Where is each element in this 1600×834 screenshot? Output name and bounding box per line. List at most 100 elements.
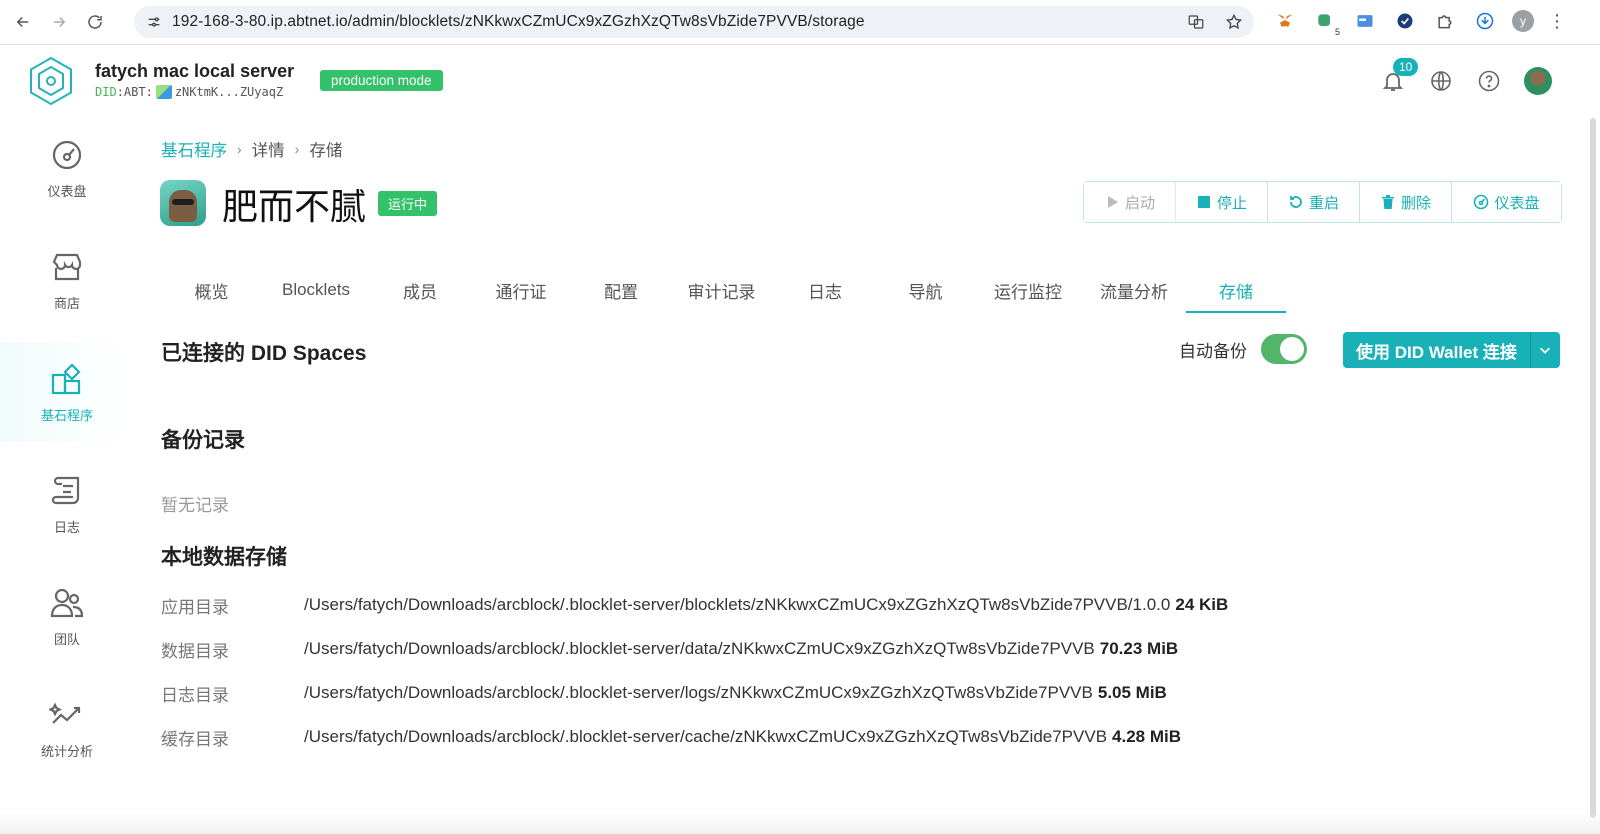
- user-avatar[interactable]: [1524, 67, 1552, 95]
- sidebar-item-label: 仪表盘: [47, 183, 87, 199]
- storage-row-path: /Users/fatych/Downloads/arcblock/.blockl…: [304, 727, 1108, 746]
- log-scroll-icon: [51, 476, 80, 504]
- did-wallet-connect-button-group: 使用 DID Wallet 连接: [1343, 332, 1560, 368]
- did-short: zNKtmK...ZUyaqZ: [174, 85, 284, 99]
- stop-icon: [1197, 196, 1210, 208]
- notification-bell-icon[interactable]: 10: [1380, 58, 1419, 94]
- sidebar-item-label: 团队: [53, 631, 80, 647]
- server-logo-icon[interactable]: [26, 55, 76, 107]
- profile-avatar[interactable]: y: [1512, 10, 1534, 32]
- sidebar-item-store[interactable]: 商店: [0, 230, 134, 330]
- did-wallet-connect-button[interactable]: 使用 DID Wallet 连接: [1343, 332, 1530, 368]
- restart-button[interactable]: 重启: [1268, 182, 1360, 222]
- help-icon[interactable]: [1476, 68, 1502, 94]
- forward-arrow-icon[interactable]: [46, 9, 72, 35]
- dashboard-gauge-icon: [1474, 194, 1489, 210]
- stop-button[interactable]: 停止: [1176, 182, 1268, 222]
- tab-traffic-analytics[interactable]: 流量分析: [1082, 267, 1186, 313]
- sidebar-item-dashboard[interactable]: 仪表盘: [0, 118, 134, 218]
- sidebar: 仪表盘 商店 基石程序 日志 团队 统计分析: [0, 118, 134, 834]
- tab-configuration[interactable]: 配置: [572, 267, 670, 313]
- site-settings-icon[interactable]: [144, 12, 164, 32]
- delete-button-label: 删除: [1400, 194, 1431, 212]
- storage-row-label: 缓存目录: [161, 729, 229, 749]
- tab-overview[interactable]: 概览: [161, 267, 262, 313]
- storage-row-path: /Users/fatych/Downloads/arcblock/.blockl…: [304, 595, 1171, 614]
- stop-button-label: 停止: [1216, 194, 1247, 212]
- sidebar-item-team[interactable]: 团队: [0, 566, 134, 666]
- tab-storage[interactable]: 存储: [1186, 267, 1286, 313]
- store-icon: [52, 253, 82, 280]
- address-bar[interactable]: 192-168-3-80.ip.abtnet.io/admin/blocklet…: [134, 6, 1254, 38]
- storage-row-path: /Users/fatych/Downloads/arcblock/.blockl…: [304, 683, 1093, 702]
- chevron-down-icon[interactable]: [1529, 332, 1560, 368]
- tab-navigation[interactable]: 导航: [877, 267, 974, 313]
- start-button[interactable]: 启动: [1084, 182, 1176, 222]
- sidebar-item-analytics[interactable]: 统计分析: [0, 678, 134, 778]
- language-globe-icon[interactable]: [1428, 68, 1454, 94]
- auto-backup-toggle[interactable]: [1261, 334, 1307, 364]
- backup-records-title: 备份记录: [161, 429, 245, 452]
- bookmark-star-icon[interactable]: [1224, 12, 1244, 32]
- delete-button[interactable]: 删除: [1360, 182, 1452, 222]
- did-prefix: DID: [95, 85, 117, 99]
- app-header: fatych mac local server DID :ABT: zNKtmK…: [0, 45, 1600, 115]
- reload-icon[interactable]: [82, 9, 108, 35]
- translate-icon[interactable]: [1186, 12, 1206, 32]
- server-did[interactable]: DID :ABT: zNKtmK...ZUyaqZ: [95, 85, 283, 99]
- storage-row-label: 数据目录: [161, 641, 229, 661]
- storage-row-size: 5.05 MiB: [1097, 683, 1167, 702]
- did-avatar-icon: [155, 85, 172, 99]
- back-arrow-icon[interactable]: [10, 9, 36, 35]
- storage-row-app: 应用目录 /Users/fatych/Downloads/arcblock/.b…: [161, 593, 1228, 617]
- window-extension-icon[interactable]: [1352, 8, 1378, 34]
- sidebar-item-label: 统计分析: [40, 743, 93, 759]
- metamask-extension-icon[interactable]: [1272, 8, 1298, 34]
- action-button-group: 启动 停止 重启 删除 仪表盘: [1083, 181, 1562, 223]
- extension-badge: 5: [1334, 27, 1340, 37]
- backup-records-empty: 暂无记录: [161, 496, 229, 515]
- page-scrollbar[interactable]: [1590, 118, 1596, 818]
- storage-row-label: 应用目录: [161, 597, 229, 617]
- tab-logs[interactable]: 日志: [773, 267, 877, 313]
- puzzle-extensions-icon[interactable]: [1432, 8, 1458, 34]
- extension-icon[interactable]: 5: [1312, 8, 1340, 37]
- tab-audit-logs[interactable]: 审计记录: [670, 267, 773, 313]
- tab-members[interactable]: 成员: [370, 267, 470, 313]
- breadcrumb-blocklets-link[interactable]: 基石程序: [161, 137, 227, 161]
- storage-row-data: 数据目录 /Users/fatych/Downloads/arcblock/.b…: [161, 637, 1178, 661]
- tab-runtime-monitor[interactable]: 运行监控: [974, 267, 1082, 313]
- notification-count-badge: 10: [1393, 58, 1419, 76]
- storage-row-path: /Users/fatych/Downloads/arcblock/.blockl…: [304, 639, 1095, 658]
- browser-menu-icon[interactable]: ⋮: [1548, 11, 1566, 32]
- auto-backup-label: 自动备份: [1179, 342, 1247, 361]
- dashboard-button[interactable]: 仪表盘: [1452, 182, 1561, 222]
- server-name: fatych mac local server: [95, 61, 295, 81]
- storage-row-cache: 缓存目录 /Users/fatych/Downloads/arcblock/.b…: [161, 725, 1181, 749]
- analytics-icon: [49, 702, 81, 724]
- storage-row-label: 日志目录: [161, 685, 229, 705]
- dashboard-icon: [52, 140, 82, 169]
- tab-blocklets[interactable]: Blocklets: [262, 267, 370, 313]
- tab-bar: 概览 Blocklets 成员 通行证 配置 审计记录 日志 导航 运行监控 流…: [161, 267, 1286, 313]
- breadcrumb-separator: ›: [294, 141, 300, 157]
- connected-spaces-title: 已连接的 DID Spaces: [161, 342, 367, 365]
- sidebar-item-label: 商店: [53, 295, 80, 311]
- did-middle: :ABT:: [116, 85, 153, 99]
- start-button-label: 启动: [1124, 194, 1155, 212]
- tab-passports[interactable]: 通行证: [470, 267, 572, 313]
- sidebar-item-logs[interactable]: 日志: [0, 454, 134, 554]
- dashboard-button-label: 仪表盘: [1494, 194, 1540, 212]
- team-icon: [50, 588, 84, 617]
- blocklet-title: 肥而不腻: [222, 186, 367, 227]
- restart-button-label: 重启: [1308, 194, 1339, 212]
- play-icon: [1107, 196, 1118, 208]
- browser-toolbar: 192-168-3-80.ip.abtnet.io/admin/blocklet…: [0, 0, 1600, 45]
- download-icon[interactable]: [1472, 8, 1498, 34]
- local-storage-title: 本地数据存储: [161, 546, 287, 569]
- storage-row-logs: 日志目录 /Users/fatych/Downloads/arcblock/.b…: [161, 681, 1167, 705]
- sidebar-item-blocklets[interactable]: 基石程序: [0, 342, 134, 442]
- check-extension-icon[interactable]: [1392, 8, 1418, 34]
- breadcrumb-detail[interactable]: 详情: [252, 137, 285, 161]
- sidebar-item-label: 基石程序: [40, 407, 93, 423]
